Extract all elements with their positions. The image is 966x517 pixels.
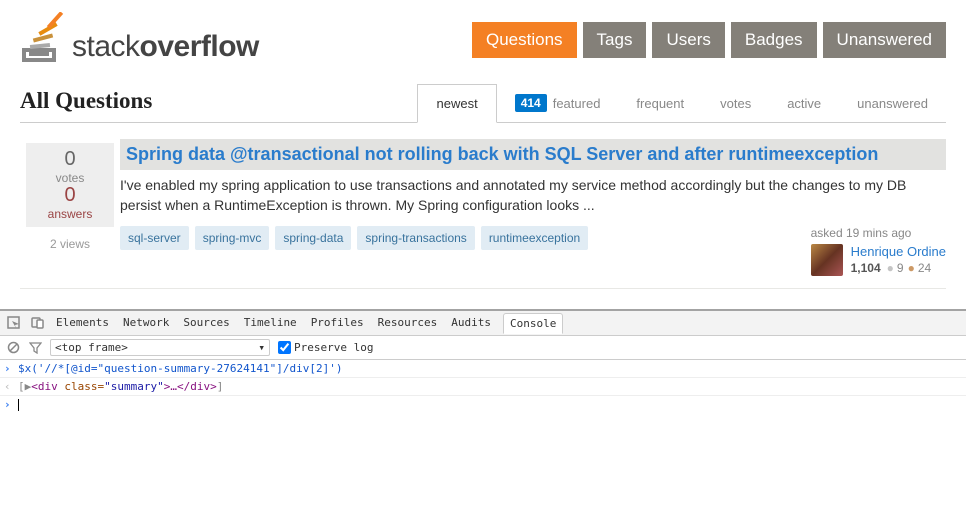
tab-unanswered[interactable]: unanswered [839, 84, 946, 122]
avatar[interactable] [811, 244, 843, 276]
dt-tab-elements[interactable]: Elements [54, 313, 111, 332]
answer-count: 0 [36, 185, 104, 205]
tab-frequent[interactable]: frequent [618, 84, 702, 122]
nav-users[interactable]: Users [652, 22, 724, 58]
inspect-icon[interactable] [6, 316, 20, 330]
dt-tab-network[interactable]: Network [121, 313, 171, 332]
console-result[interactable]: [▶<div class="summary">…</div>] [0, 378, 966, 396]
frame-selector[interactable]: <top frame>▾ [50, 339, 270, 356]
preserve-log-toggle[interactable]: Preserve log [278, 341, 373, 354]
nav-unanswered[interactable]: Unanswered [823, 22, 946, 58]
device-icon[interactable] [30, 316, 44, 330]
question-body: Spring data @transactional not rolling b… [120, 139, 946, 276]
tab-votes[interactable]: votes [702, 84, 769, 122]
filter-icon[interactable] [28, 340, 42, 354]
logo[interactable]: stackoverflow [20, 12, 259, 64]
page-title-row: All Questions newest 414featured frequen… [20, 84, 946, 123]
question-title-link[interactable]: Spring data @transactional not rolling b… [126, 144, 878, 164]
nav-tags[interactable]: Tags [583, 22, 647, 58]
tab-featured[interactable]: 414featured [497, 84, 619, 122]
tag-list: sql-server spring-mvc spring-data spring… [120, 226, 588, 250]
tag[interactable]: runtimeexception [481, 226, 588, 250]
tag[interactable]: spring-data [275, 226, 351, 250]
console-input[interactable] [0, 396, 966, 413]
stackoverflow-icon [24, 12, 63, 60]
tag[interactable]: sql-server [120, 226, 189, 250]
dt-tab-timeline[interactable]: Timeline [242, 313, 299, 332]
nav-badges[interactable]: Badges [731, 22, 817, 58]
user-info: asked 19 mins ago Henrique Ordine 1,1049… [811, 226, 946, 276]
page-title: All Questions [20, 88, 152, 122]
tag[interactable]: spring-mvc [195, 226, 270, 250]
question-summary: 0 votes 0 answers 2 views Spring data @t… [20, 131, 946, 289]
tab-newest[interactable]: newest [417, 84, 496, 123]
dt-tab-audits[interactable]: Audits [449, 313, 493, 332]
vote-label: votes [36, 171, 104, 185]
header: stackoverflow Questions Tags Users Badge… [0, 0, 966, 64]
dt-tab-resources[interactable]: Resources [376, 313, 440, 332]
tag[interactable]: spring-transactions [357, 226, 474, 250]
featured-badge: 414 [515, 94, 547, 112]
cursor [18, 399, 19, 411]
answer-label: answers [36, 207, 104, 221]
view-count: 2 views [20, 237, 120, 251]
sort-tabs: newest 414featured frequent votes active… [417, 84, 946, 122]
asked-time: asked 19 mins ago [811, 226, 946, 240]
logo-text-2: overflow [140, 30, 259, 63]
logo-text-1: stack [72, 30, 140, 63]
dt-tab-sources[interactable]: Sources [181, 313, 231, 332]
stats-column: 0 votes 0 answers 2 views [20, 139, 120, 276]
question-excerpt: I've enabled my spring application to us… [120, 176, 946, 215]
dt-tab-console[interactable]: Console [503, 313, 563, 334]
user-name-link[interactable]: Henrique Ordine [851, 244, 946, 259]
console-command: $x('//*[@id="question-summary-27624141"]… [0, 360, 966, 378]
user-reputation: 1,104924 [851, 261, 946, 275]
devtools-panel: Elements Network Sources Timeline Profil… [0, 309, 966, 413]
clear-console-icon[interactable] [6, 340, 20, 354]
tab-active[interactable]: active [769, 84, 839, 122]
nav-questions[interactable]: Questions [472, 22, 577, 58]
question-title-wrap: Spring data @transactional not rolling b… [120, 139, 946, 170]
vote-count: 0 [36, 149, 104, 169]
chevron-down-icon: ▾ [258, 341, 265, 354]
preserve-log-checkbox[interactable] [278, 341, 291, 354]
dt-tab-profiles[interactable]: Profiles [309, 313, 366, 332]
main-nav: Questions Tags Users Badges Unanswered [472, 22, 946, 58]
